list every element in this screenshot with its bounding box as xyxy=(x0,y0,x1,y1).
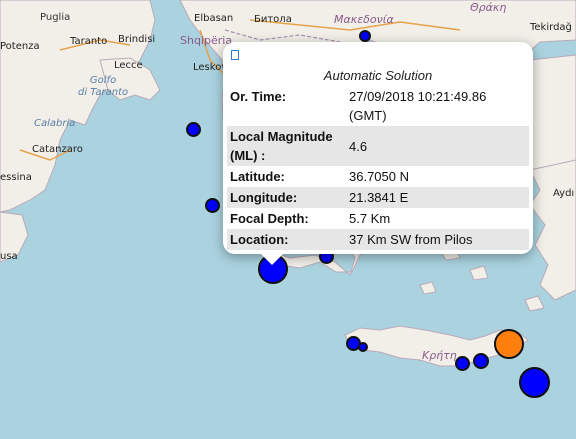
place-label-potenza: Potenza xyxy=(0,41,40,52)
popup-value: 36.7050 N xyxy=(349,169,409,184)
popup-key: Or. Time: xyxy=(230,89,287,104)
earthquake-marker[interactable] xyxy=(473,353,489,369)
place-label-brindisi: Brindisi xyxy=(118,34,156,45)
place-label-puglia: Puglia xyxy=(40,12,71,23)
popup-details-table: Or. Time: 27/09/2018 10:21:49.86 (GMT) L… xyxy=(227,86,529,250)
popup-key: Longitude: xyxy=(227,187,346,208)
map[interactable]: Puglia Taranto Brindisi Potenza Lecce Go… xyxy=(0,0,576,439)
place-label-makedonia: Μακεδονία xyxy=(334,13,394,26)
popup-key: Latitude: xyxy=(230,169,285,184)
place-label-catanzaro: Catanzaro xyxy=(32,144,83,155)
popup-key: Focal Depth: xyxy=(230,211,309,226)
popup-row-location: Location: 37 Km SW from Pilos xyxy=(227,229,529,250)
place-label-elbasan: Elbasan xyxy=(194,13,234,24)
popup-key: Location: xyxy=(227,229,346,250)
place-label-taranto: Taranto xyxy=(70,36,108,47)
earthquake-marker[interactable] xyxy=(359,30,371,42)
earthquake-marker[interactable] xyxy=(455,356,470,371)
earthquake-marker-orange[interactable] xyxy=(494,329,524,359)
popup-value: 37 Km SW from Pilos xyxy=(346,229,529,250)
earthquake-popup: Automatic Solution Or. Time: 27/09/2018 … xyxy=(223,42,533,265)
popup-row-latitude: Latitude: 36.7050 N xyxy=(227,166,529,187)
place-label-usa: usa xyxy=(0,251,18,262)
popup-row-longitude: Longitude: 21.3841 E xyxy=(227,187,529,208)
earthquake-marker[interactable] xyxy=(205,198,220,213)
place-label-tekirdag: Tekirdağ xyxy=(530,22,572,33)
popup-value: 5.7 Km xyxy=(349,211,391,226)
place-label-shqiperia: Shqipëria xyxy=(180,34,233,47)
earthquake-marker[interactable] xyxy=(358,342,368,352)
popup-tip xyxy=(261,254,283,265)
place-label-lecce: Lecce xyxy=(114,60,143,71)
popup-value: 21.3841 E xyxy=(346,187,529,208)
popup-row-time: Or. Time: 27/09/2018 10:21:49.86 (GMT) xyxy=(227,86,529,126)
popup-heading: Automatic Solution xyxy=(323,68,433,83)
popup-row-magnitude: Local Magnitude (ML) : 4.6 xyxy=(227,126,529,166)
place-label-golfo: Golfo di Taranto xyxy=(78,75,129,98)
place-label-calabria: Calabria xyxy=(34,118,76,129)
popup-value: 4.6 xyxy=(346,126,529,166)
popup-close-icon[interactable] xyxy=(231,50,239,60)
earthquake-marker[interactable] xyxy=(186,122,201,137)
place-label-kriti: Κρήτη xyxy=(422,349,457,362)
place-label-thraki: Θράκη xyxy=(470,1,507,14)
place-label-aydin: Aydı xyxy=(553,188,575,199)
popup-value: 27/09/2018 10:21:49.86 (GMT) xyxy=(349,89,487,123)
earthquake-marker[interactable] xyxy=(519,367,550,398)
place-label-bitola: Битола xyxy=(254,14,292,25)
popup-key: Local Magnitude (ML) : xyxy=(227,126,346,166)
popup-row-depth: Focal Depth: 5.7 Km xyxy=(227,208,529,229)
place-label-essina: essina xyxy=(0,172,32,183)
